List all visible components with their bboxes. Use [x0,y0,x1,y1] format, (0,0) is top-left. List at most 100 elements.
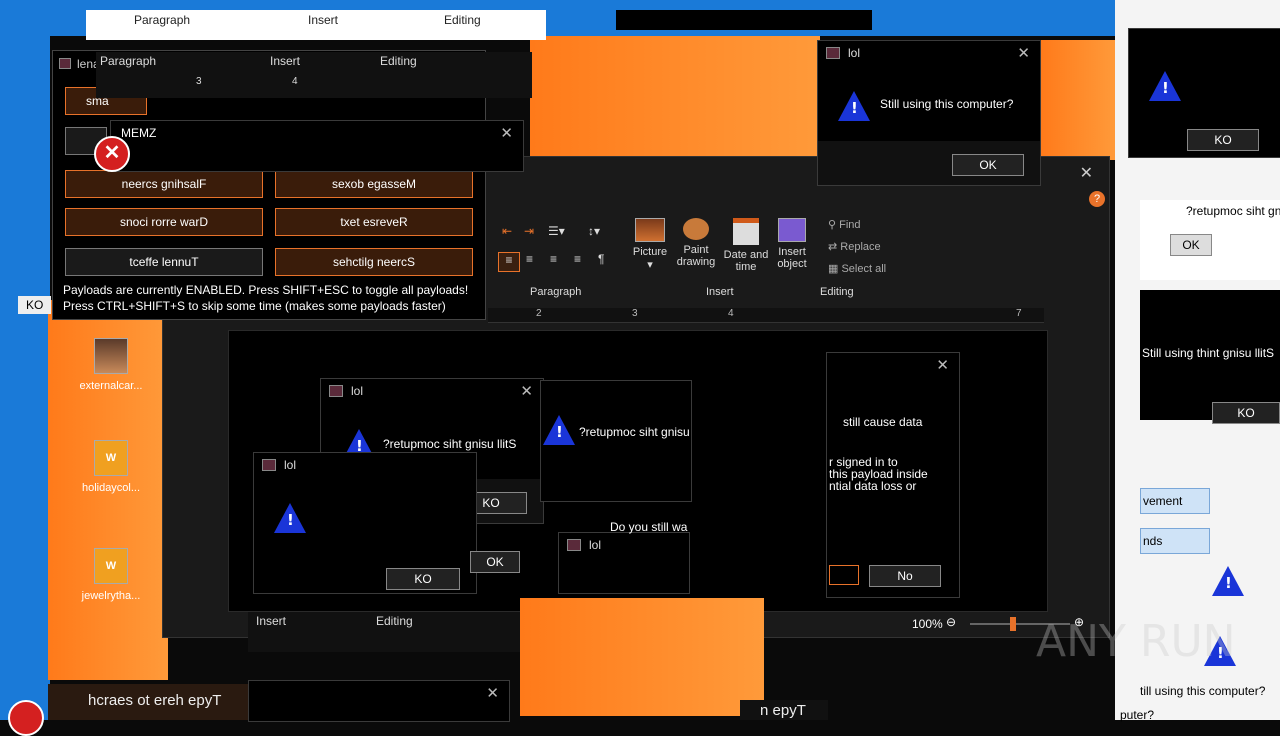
memz-status-line-1: Payloads are currently ENABLED. Press SH… [63,283,469,297]
desktop-icon-externalcar[interactable]: externalcar... [76,338,146,392]
anyrun-watermark: ANY RUN [1036,616,1236,667]
word-doc-icon: W [94,440,128,476]
document-ruler: 2 3 4 7 [488,308,1044,323]
error-icon [8,700,44,736]
close-icon[interactable]: ✕ [486,684,499,702]
error-icon: ✕ [94,136,130,172]
desktop-icon-holidaycol[interactable]: W holidaycol... [76,440,146,494]
desktop-background-orange-top [530,36,820,156]
memz-button-reverse-text[interactable]: txet esreveR [275,208,473,236]
overlay-ribbon-strip: Paragraph Insert Editing 3 4 [96,52,532,98]
ok-button[interactable]: OK [1170,234,1212,256]
ribbon-tab-editing[interactable]: Editing [380,54,417,68]
warning-icon: ! [838,91,870,121]
no-button[interactable]: No [869,565,941,587]
ruler-number: 4 [728,308,734,319]
desktop-background-blue [0,0,50,720]
ko-button-small[interactable]: KO [386,568,460,590]
taskbar-search-duplicate[interactable]: n epyT [740,700,828,720]
align-right-icon[interactable]: ≡ [550,252,557,266]
top-strip-black [616,10,872,30]
justify-icon[interactable]: ≡ [574,252,581,266]
app-icon [826,47,840,59]
picture-button[interactable]: Picture ▾ [630,218,670,271]
memz-button-message-boxes[interactable]: sexob egasseM [275,170,473,198]
image-file-icon [94,338,128,374]
memz-button-draw-error-icons[interactable]: snoci rorre warD [65,208,263,236]
zoom-out-icon[interactable]: ⊖ [946,615,956,629]
ribbon-tab-editing[interactable]: Editing [444,13,481,27]
palette-icon [683,218,709,240]
still-using-bottom-text: till using this computer? [1140,684,1266,698]
list-item-nds[interactable]: nds [1140,528,1210,554]
align-left-icon[interactable]: ≡ [498,252,520,272]
object-icon [778,218,806,242]
warning-line: ntial data loss or [829,479,917,493]
warning-icon: ! [543,415,575,445]
replace-button[interactable]: ⇄ Replace [828,240,881,253]
ruler-number: 3 [632,308,638,319]
top-ribbon-strip: Paragraph Insert Editing [86,10,546,40]
line-spacing-icon[interactable]: ↕▾ [588,224,600,238]
memz-button-screen-glitches[interactable]: sehctilg neercS [275,248,473,276]
warning-icon: ! [1212,566,1244,596]
ribbon-tab-paragraph[interactable]: Paragraph [100,54,156,68]
taskbar-search[interactable]: hcraes ot ereh epyT [48,684,248,720]
ok-button[interactable]: OK [952,154,1024,176]
help-icon[interactable]: ? [1089,191,1105,207]
close-icon[interactable]: ✕ [520,382,533,400]
dialog-data-loss-warning: ✕ still cause data r signed in to this p… [826,352,960,598]
find-button[interactable]: ⚲ Find [828,218,861,231]
dialog-bottom: ✕ [248,680,510,722]
ribbon-tab-paragraph[interactable]: Paragraph [134,13,190,27]
close-icon[interactable]: ✕ [936,356,949,374]
warning-line: still cause data [843,415,923,429]
ribbon-tab-editing[interactable]: Editing [376,614,413,628]
dialog-right-side: ?retupmoc siht gn OK [1140,200,1280,280]
ruler-number: 2 [536,308,542,319]
calendar-icon [733,218,759,245]
memz-button-tunnel-effect[interactable]: tceffe lennuT [65,248,263,276]
list-item-vement[interactable]: vement [1140,488,1210,514]
dialog-message: Still using this computer? [880,97,1014,111]
insert-object-button[interactable]: Insert object [772,218,812,270]
select-all-icon: ▦ [828,263,839,275]
ruler-number: 3 [196,76,202,87]
yes-button-outline[interactable] [829,565,859,585]
paint-drawing-button[interactable]: Paint drawing [674,218,718,268]
ribbon-tab-insert[interactable]: Insert [270,54,300,68]
ruler-number: 4 [292,76,298,87]
date-time-button[interactable]: Date and time [722,218,770,273]
close-icon[interactable]: ✕ [1017,44,1030,62]
desktop-icon-jewelrytha[interactable]: W jewelrytha... [76,548,146,602]
align-center-icon[interactable]: ≡ [526,252,533,266]
ko-button[interactable]: KO [1212,402,1280,424]
ko-button[interactable]: KO [1187,129,1259,151]
word-doc-icon: W [94,548,128,584]
ribbon-tab-insert[interactable]: Insert [308,13,338,27]
close-icon[interactable]: ✕ [500,124,513,142]
ok-button-small[interactable]: OK [470,551,520,573]
main-ribbon: ⇤ ⇥ ☰▾ ↕▾ ≡ ≡ ≡ ≡ ¶ Paragraph Picture ▾ P… [490,212,1108,300]
zoom-slider-thumb[interactable] [1010,617,1016,631]
close-icon[interactable]: ✕ [1080,163,1093,183]
bullets-icon[interactable]: ☰▾ [548,224,565,238]
select-all-button[interactable]: ▦ Select all [828,262,886,275]
warning-icon: ! [1149,71,1181,101]
desktop-background-orange-right [1040,40,1116,160]
ruler-number: 7 [1016,308,1022,319]
dialog-titlebar: lol [254,453,476,477]
paragraph-settings-icon[interactable]: ¶ [598,252,604,266]
increase-indent-icon[interactable]: ⇥ [524,224,534,238]
app-icon [59,58,71,69]
binoculars-icon: ⚲ [828,219,837,231]
paragraph-group: ⇤ ⇥ ☰▾ ↕▾ ≡ ≡ ≡ ≡ ¶ [498,222,624,292]
memz-mini-window: MEMZ ✕ [110,120,524,172]
ribbon-tab-insert[interactable]: Insert [256,614,286,628]
memz-button-flashing-screen[interactable]: neercs gnihsalF [65,170,263,198]
dialog-titlebar: lol [321,379,543,403]
dialog-still-using: lol ✕ ! Still using this computer? OK [817,40,1041,186]
decrease-indent-icon[interactable]: ⇤ [502,224,512,238]
ko-label-left: KO [18,296,52,314]
memz-label: MEMZ [121,126,157,140]
